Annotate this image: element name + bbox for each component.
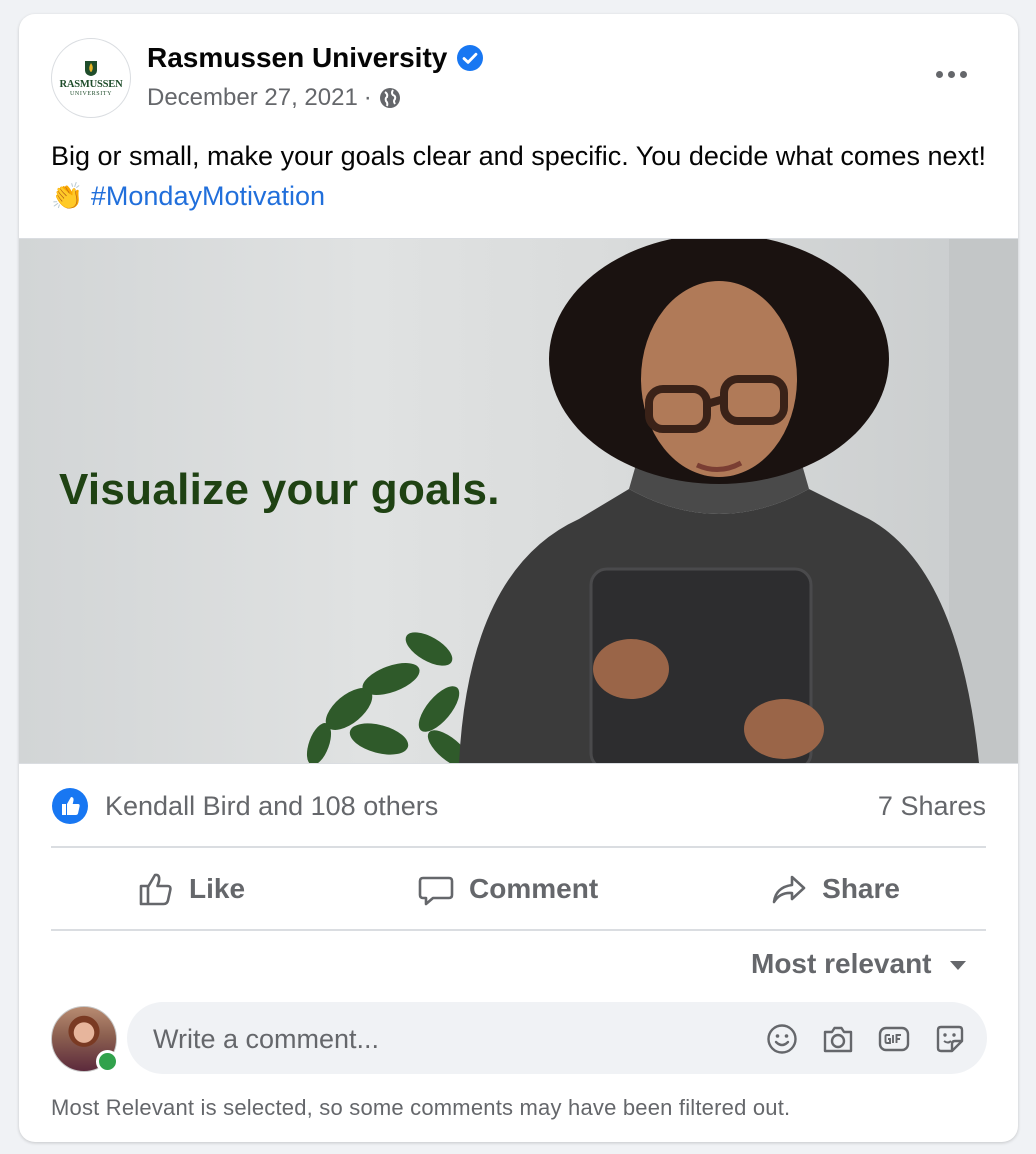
share-icon: [772, 875, 806, 904]
share-button[interactable]: Share: [770, 870, 900, 908]
clapping-hands-emoji: 👏: [51, 182, 84, 212]
comment-icon: [418, 876, 454, 906]
meta-separator: ·: [363, 84, 372, 111]
comment-input[interactable]: [151, 1002, 715, 1076]
logo-wordmark: RASMUSSEN: [59, 78, 123, 90]
post-card: RASMUSSEN UNIVERSITY Rasmussen Universit…: [19, 14, 1018, 1142]
share-label: Share: [822, 873, 900, 904]
page-name-row: Rasmussen University: [147, 42, 484, 74]
page-name[interactable]: Rasmussen University: [147, 42, 447, 74]
divider: [51, 846, 986, 848]
comment-composer: [127, 1002, 987, 1076]
filter-notice: Most Relevant is selected, so some comme…: [51, 1095, 791, 1120]
shares-count[interactable]: 7 Shares: [878, 791, 986, 822]
like-button[interactable]: Like: [137, 870, 245, 908]
verified-icon: [457, 45, 484, 71]
comment-sort-dropdown[interactable]: Most relevant: [751, 948, 966, 980]
divider: [51, 929, 986, 931]
camera-icon[interactable]: [821, 1022, 855, 1056]
like-label: Like: [189, 873, 246, 904]
online-status-indicator: [96, 1050, 119, 1073]
caret-down-icon: [949, 961, 966, 970]
more-options-button[interactable]: [931, 64, 971, 84]
flame-logo-icon: [85, 60, 97, 76]
post-date[interactable]: December 27, 2021: [147, 84, 358, 112]
gif-icon[interactable]: [877, 1022, 911, 1056]
logo-subtext: UNIVERSITY: [70, 90, 112, 97]
globe-icon[interactable]: [378, 86, 402, 110]
page-avatar[interactable]: RASMUSSEN UNIVERSITY: [51, 38, 131, 118]
post-meta: December 27, 2021 ·: [147, 84, 402, 112]
reactions-bar: Kendall Bird and 108 others 7 Shares: [51, 784, 986, 828]
reaction-summary[interactable]: Kendall Bird and 108 others: [51, 787, 438, 825]
action-bar: Like Comment Share: [51, 849, 986, 929]
like-reaction-icon: [52, 788, 88, 824]
image-headline: Visualize your goals.: [59, 465, 500, 514]
post-text: Big or small, make your goals clear and …: [51, 141, 986, 171]
more-icon: [935, 70, 943, 78]
hashtag-link[interactable]: #MondayMotivation: [91, 181, 325, 211]
comment-button[interactable]: Comment: [417, 870, 598, 908]
comment-label: Comment: [469, 873, 599, 904]
sort-label: Most relevant: [751, 948, 932, 979]
reaction-count-text: Kendall Bird and 108 others: [105, 790, 439, 821]
sticker-icon[interactable]: [933, 1022, 967, 1056]
post-image[interactable]: Visualize your goals.: [19, 238, 1018, 764]
emoji-icon[interactable]: [765, 1022, 799, 1056]
thumbs-up-icon: [139, 873, 172, 906]
post-message: Big or small, make your goals clear and …: [51, 136, 991, 217]
